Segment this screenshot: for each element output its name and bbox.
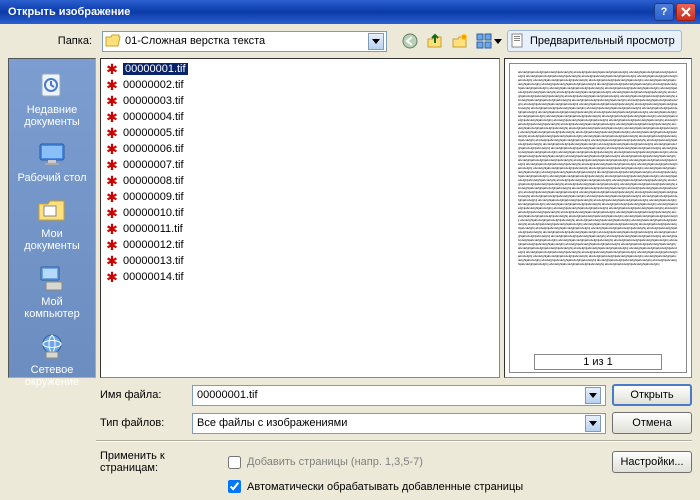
- tif-file-icon: ✱: [105, 174, 119, 188]
- auto-process-label: Автоматически обрабатывать добавленные с…: [247, 481, 523, 493]
- file-name: 00000011.tif: [123, 223, 183, 235]
- file-item[interactable]: ✱ 00000008.tif: [103, 173, 497, 189]
- places-desktop-label: Рабочий стол: [17, 172, 86, 184]
- file-name: 00000009.tif: [123, 191, 184, 203]
- file-name: 00000013.tif: [123, 255, 184, 267]
- filetype-value: Все файлы с изображениями: [197, 417, 585, 429]
- preview-pane: abcdefghijabcdefghijabcdefghijabcdefghij…: [504, 58, 692, 378]
- file-name: 00000012.tif: [123, 239, 184, 251]
- file-item[interactable]: ✱ 00000010.tif: [103, 205, 497, 221]
- tif-file-icon: ✱: [105, 270, 119, 284]
- filename-combo-arrow[interactable]: [585, 387, 601, 404]
- add-pages-checkbox[interactable]: [228, 456, 241, 469]
- network-icon: [36, 330, 68, 362]
- folder-open-icon: [105, 33, 121, 49]
- file-item[interactable]: ✱ 00000009.tif: [103, 189, 497, 205]
- file-name: 00000006.tif: [123, 143, 184, 155]
- file-name: 00000014.tif: [123, 271, 184, 283]
- filename-combo[interactable]: 00000001.tif: [192, 385, 606, 406]
- file-item[interactable]: ✱ 00000013.tif: [103, 253, 497, 269]
- filetype-combo[interactable]: Все файлы с изображениями: [192, 413, 606, 434]
- filename-value: 00000001.tif: [197, 389, 585, 401]
- filetype-combo-arrow[interactable]: [585, 415, 601, 432]
- places-mycomputer-label: Мой компьютер: [24, 296, 79, 320]
- file-name: 00000010.tif: [123, 207, 184, 219]
- places-bar: Недавние документы Рабочий стол Мои доку…: [8, 58, 96, 378]
- tif-file-icon: ✱: [105, 94, 119, 108]
- preview-thumbnail: abcdefghijabcdefghijabcdefghijabcdefghij…: [518, 70, 678, 352]
- mydocs-icon: [36, 194, 68, 226]
- places-desktop[interactable]: Рабочий стол: [12, 135, 92, 187]
- tif-file-icon: ✱: [105, 238, 119, 252]
- places-mydocs[interactable]: Мои документы: [12, 191, 92, 255]
- file-item[interactable]: ✱ 00000011.tif: [103, 221, 497, 237]
- file-list[interactable]: ✱00000001.tif✱00000002.tif✱00000003.tif✱…: [100, 58, 500, 378]
- file-item[interactable]: ✱ 00000004.tif: [103, 109, 497, 125]
- tif-file-icon: ✱: [105, 190, 119, 204]
- tif-file-icon: ✱: [105, 158, 119, 172]
- folder-combo-arrow[interactable]: [368, 33, 384, 50]
- open-button[interactable]: Открыть: [612, 384, 692, 406]
- places-recent-label: Недавние документы: [24, 104, 80, 128]
- file-item[interactable]: ✱ 00000012.tif: [103, 237, 497, 253]
- preview-page: abcdefghijabcdefghijabcdefghijabcdefghij…: [509, 63, 687, 373]
- file-item[interactable]: ✱ 00000006.tif: [103, 141, 497, 157]
- preview-toggle-label: Предварительный просмотр: [530, 35, 675, 47]
- auto-process-checkbox[interactable]: [228, 480, 241, 493]
- settings-button[interactable]: Настройки...: [612, 451, 692, 473]
- file-name: 00000008.tif: [123, 175, 184, 187]
- tif-file-icon: ✱: [105, 78, 119, 92]
- file-name: 00000003.tif: [123, 95, 184, 107]
- file-name: 00000004.tif: [123, 111, 184, 123]
- file-name: 00000002.tif: [123, 79, 184, 91]
- folder-label: Папка:: [8, 35, 96, 47]
- preview-toggle-button[interactable]: Предварительный просмотр: [507, 30, 682, 52]
- up-one-level-button[interactable]: [424, 30, 446, 52]
- add-pages-hint: Добавить страницы (напр. 1,3,5-7): [247, 456, 423, 468]
- file-name: 00000005.tif: [123, 127, 184, 139]
- help-button[interactable]: ?: [654, 3, 674, 21]
- tif-file-icon: ✱: [105, 254, 119, 268]
- tif-file-icon: ✱: [105, 126, 119, 140]
- tif-file-icon: ✱: [105, 62, 119, 76]
- preview-page-counter: 1 из 1: [534, 354, 662, 370]
- cancel-button[interactable]: Отмена: [612, 412, 692, 434]
- file-item[interactable]: ✱ 00000002.tif: [103, 77, 497, 93]
- view-menu-button[interactable]: [474, 30, 504, 52]
- file-name: 00000001.tif: [123, 63, 188, 75]
- file-name: 00000007.tif: [123, 159, 184, 171]
- tif-file-icon: ✱: [105, 110, 119, 124]
- folder-combo[interactable]: 01-Сложная верстка текста: [102, 31, 387, 52]
- new-folder-button[interactable]: [449, 30, 471, 52]
- dialog-title: Открыть изображение: [4, 6, 654, 18]
- tif-file-icon: ✱: [105, 222, 119, 236]
- folder-name: 01-Сложная верстка текста: [125, 35, 368, 47]
- tif-file-icon: ✱: [105, 142, 119, 156]
- file-item[interactable]: ✱ 00000014.tif: [103, 269, 497, 285]
- filetype-label: Тип файлов:: [96, 417, 186, 429]
- filename-label: Имя файла:: [96, 389, 186, 401]
- tif-file-icon: ✱: [105, 206, 119, 220]
- places-mycomputer[interactable]: Мой компьютер: [12, 259, 92, 323]
- desktop-icon: [36, 138, 68, 170]
- places-recent[interactable]: Недавние документы: [12, 67, 92, 131]
- back-button[interactable]: [399, 30, 421, 52]
- file-item[interactable]: ✱ 00000005.tif: [103, 125, 497, 141]
- close-button[interactable]: [676, 3, 696, 21]
- places-mydocs-label: Мои документы: [24, 228, 80, 252]
- places-network[interactable]: Сетевое окружение: [12, 327, 92, 391]
- file-item[interactable]: ✱ 00000001.tif: [103, 61, 497, 77]
- mycomputer-icon: [36, 262, 68, 294]
- titlebar: Открыть изображение ?: [0, 0, 700, 24]
- apply-to-pages-label: Применить к страницам:: [96, 450, 222, 474]
- file-item[interactable]: ✱ 00000007.tif: [103, 157, 497, 173]
- preview-icon: [510, 33, 526, 49]
- file-item[interactable]: ✱ 00000003.tif: [103, 93, 497, 109]
- recent-docs-icon: [36, 70, 68, 102]
